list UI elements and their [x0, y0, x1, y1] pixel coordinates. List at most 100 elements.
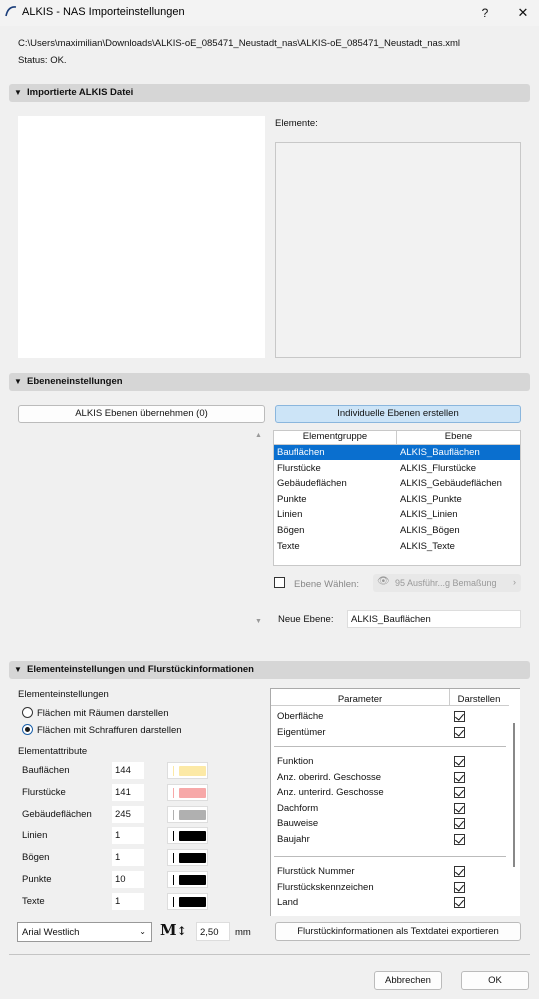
param-show-checkbox[interactable]: [454, 756, 465, 767]
layer-scrollbar[interactable]: ▲ ▼: [253, 432, 265, 630]
attribute-color-button[interactable]: [167, 806, 208, 823]
elements-label: Elemente:: [275, 118, 318, 129]
param-show-checkbox[interactable]: [454, 818, 465, 830]
param-header-parameter[interactable]: Parameter: [271, 694, 449, 705]
attribute-value-input[interactable]: 10: [112, 871, 144, 888]
attribute-color-button[interactable]: [167, 871, 208, 888]
param-label: Land: [277, 897, 299, 909]
param-header-show[interactable]: Darstellen: [451, 694, 507, 705]
layer-table-row[interactable]: Flurstücke ALKIS_Flurstücke: [274, 461, 520, 476]
scroll-up-icon[interactable]: ▲: [255, 432, 262, 439]
param-label: Dachform: [277, 802, 319, 814]
attributes-heading: Elementattribute: [18, 746, 88, 757]
status-text: Status: OK.: [18, 55, 67, 66]
section-title: Ebeneneinstellungen: [27, 376, 123, 387]
color-swatch: [179, 788, 206, 798]
param-show-checkbox[interactable]: [454, 787, 465, 799]
layer-name-cell: ALKIS_Bögen: [400, 525, 460, 536]
section-imported-header[interactable]: ▼ Importierte ALKIS Datei: [9, 84, 530, 102]
size-unit: mm: [235, 927, 251, 938]
font-select-value: Arial Westlich: [22, 927, 80, 938]
create-layers-button[interactable]: Individuelle Ebenen erstellen: [275, 405, 521, 423]
export-button[interactable]: Flurstückinformationen als Textdatei exp…: [275, 922, 521, 941]
table-header-layer[interactable]: Ebene: [397, 431, 520, 445]
layer-name-cell: ALKIS_Bauflächen: [400, 447, 480, 458]
param-show-checkbox[interactable]: [454, 834, 465, 845]
layer-table-row[interactable]: Texte ALKIS_Texte: [274, 539, 520, 554]
attribute-color-button[interactable]: [167, 849, 208, 866]
param-show-checkbox[interactable]: [454, 881, 465, 893]
ok-button[interactable]: OK: [461, 971, 529, 990]
layer-table-row[interactable]: Punkte ALKIS_Punkte: [274, 492, 520, 507]
app-icon: [5, 6, 17, 17]
elements-list[interactable]: [275, 142, 521, 358]
param-show-checkbox[interactable]: [454, 866, 465, 877]
eye-icon: 👁: [377, 576, 390, 587]
attribute-color-button[interactable]: [167, 893, 208, 910]
font-select[interactable]: Arial Westlich ⌄: [17, 922, 152, 942]
color-marker: [173, 788, 174, 798]
layer-group-cell: Bögen: [277, 525, 305, 536]
attribute-value-input[interactable]: 1: [112, 893, 144, 910]
table-header-group[interactable]: Elementgruppe: [274, 431, 397, 445]
attribute-color-button[interactable]: [167, 827, 208, 844]
color-marker: [173, 853, 174, 863]
attribute-value-input[interactable]: 141: [112, 784, 144, 801]
attribute-value-input[interactable]: 245: [112, 806, 144, 823]
color-swatch: [179, 875, 206, 885]
param-label: Anz. unterird. Geschosse: [277, 787, 384, 799]
collapse-arrow-icon: ▼: [14, 88, 22, 97]
chevron-right-icon: ›: [513, 577, 516, 587]
param-label: Oberfläche: [277, 711, 324, 722]
collapse-arrow-icon: ▼: [14, 377, 22, 386]
radio-hatch[interactable]: [22, 724, 33, 735]
radio-rooms[interactable]: [22, 707, 33, 718]
attribute-name: Bögen: [22, 852, 50, 863]
param-show-checkbox[interactable]: [454, 726, 465, 738]
param-label: Funktion: [277, 756, 314, 767]
param-show-checkbox[interactable]: [454, 802, 465, 814]
take-over-layers-button[interactable]: ALKIS Ebenen übernehmen (0): [18, 405, 265, 423]
parameter-table: Parameter Darstellen Oberfläche Eigentüme…: [270, 688, 520, 916]
param-label: Baujahr: [277, 834, 310, 845]
attribute-name: Linien: [22, 830, 48, 841]
param-scrollbar[interactable]: [513, 723, 515, 867]
element-settings-heading: Elementeinstellungen: [18, 689, 109, 700]
layer-table-row[interactable]: Linien ALKIS_Linien: [274, 507, 520, 522]
choose-layer-dropdown[interactable]: 👁 95 Ausführ...g Bemaßung ›: [373, 574, 521, 592]
param-label: Flurstückskennzeichen: [277, 881, 374, 893]
scroll-down-icon[interactable]: ▼: [255, 618, 262, 625]
color-marker: [173, 875, 174, 885]
attribute-value-input[interactable]: 144: [112, 762, 144, 779]
layer-table-row[interactable]: Bögen ALKIS_Bögen: [274, 523, 520, 538]
layer-group-cell: Gebäudeflächen: [277, 478, 347, 490]
color-marker: [173, 766, 174, 776]
attribute-color-button[interactable]: [167, 784, 208, 801]
cancel-button[interactable]: Abbrechen: [374, 971, 442, 990]
param-label: Anz. oberird. Geschosse: [277, 771, 382, 783]
attribute-value-input[interactable]: 1: [112, 827, 144, 844]
help-button[interactable]: ?: [474, 4, 496, 22]
param-show-checkbox[interactable]: [454, 897, 465, 909]
param-show-checkbox[interactable]: [454, 711, 465, 722]
window-title: ALKIS - NAS Importeinstellungen: [22, 6, 185, 18]
attribute-name: Bauflächen: [22, 765, 70, 776]
close-button[interactable]: ✕: [512, 4, 534, 22]
choose-layer-label: Ebene Wählen:: [294, 579, 359, 590]
attribute-value-input[interactable]: 1: [112, 849, 144, 866]
attribute-name: Punkte: [22, 874, 52, 885]
footer-divider: [9, 954, 530, 955]
choose-layer-value: 95 Ausführ...g Bemaßung: [395, 578, 497, 588]
text-size-input[interactable]: 2,50: [196, 922, 230, 941]
param-group-divider: [274, 856, 506, 857]
section-elements-header[interactable]: ▼ Elementeinstellungen und Flurstückinfo…: [9, 661, 530, 679]
param-show-checkbox[interactable]: [454, 771, 465, 783]
layer-table-row[interactable]: Bauflächen ALKIS_Bauflächen: [274, 445, 520, 460]
new-layer-input[interactable]: ALKIS_Bauflächen: [347, 610, 521, 628]
choose-layer-checkbox[interactable]: [274, 577, 285, 588]
section-layers-header[interactable]: ▼ Ebeneneinstellungen: [9, 373, 530, 391]
layer-name-cell: ALKIS_Flurstücke: [400, 462, 477, 474]
layer-table-row[interactable]: Gebäudeflächen ALKIS_Gebäudeflächen: [274, 476, 520, 491]
file-path: C:\Users\maximilian\Downloads\ALKIS-oE_0…: [18, 38, 461, 49]
attribute-color-button[interactable]: [167, 762, 208, 779]
